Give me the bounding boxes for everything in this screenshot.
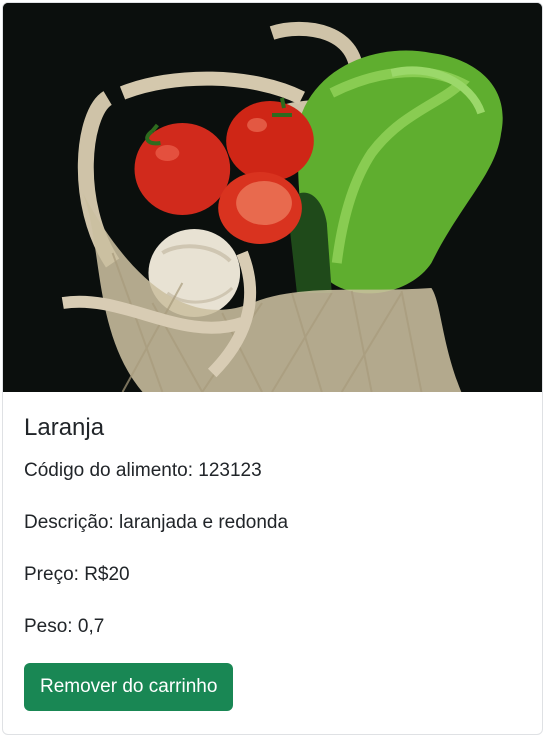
vegetables-bag-illustration [3, 3, 542, 392]
remove-from-cart-button[interactable]: Remover do carrinho [24, 662, 234, 711]
product-code-value: 123123 [198, 459, 262, 481]
product-image [3, 3, 542, 392]
product-weight-value: 0,7 [77, 615, 105, 637]
product-details: Laranja Código do alimento: 123123 Descr… [3, 392, 542, 711]
product-description-value: laranjada e redonda [119, 511, 289, 533]
product-code-label: Código do alimento: [24, 459, 193, 481]
product-weight-label: Peso: [24, 615, 73, 637]
product-price-label: Preço: [24, 563, 79, 585]
product-description: Descrição: laranjada e redonda [24, 511, 521, 535]
product-description-label: Descrição: [24, 511, 114, 533]
product-title: Laranja [24, 414, 105, 441]
product-price-value: R$20 [84, 563, 130, 585]
product-code: Código do alimento: 123123 [24, 459, 521, 483]
product-weight: Peso: 0,7 [24, 615, 521, 639]
product-card: Laranja Código do alimento: 123123 Descr… [2, 2, 543, 735]
product-price: Preço: R$20 [24, 563, 521, 587]
